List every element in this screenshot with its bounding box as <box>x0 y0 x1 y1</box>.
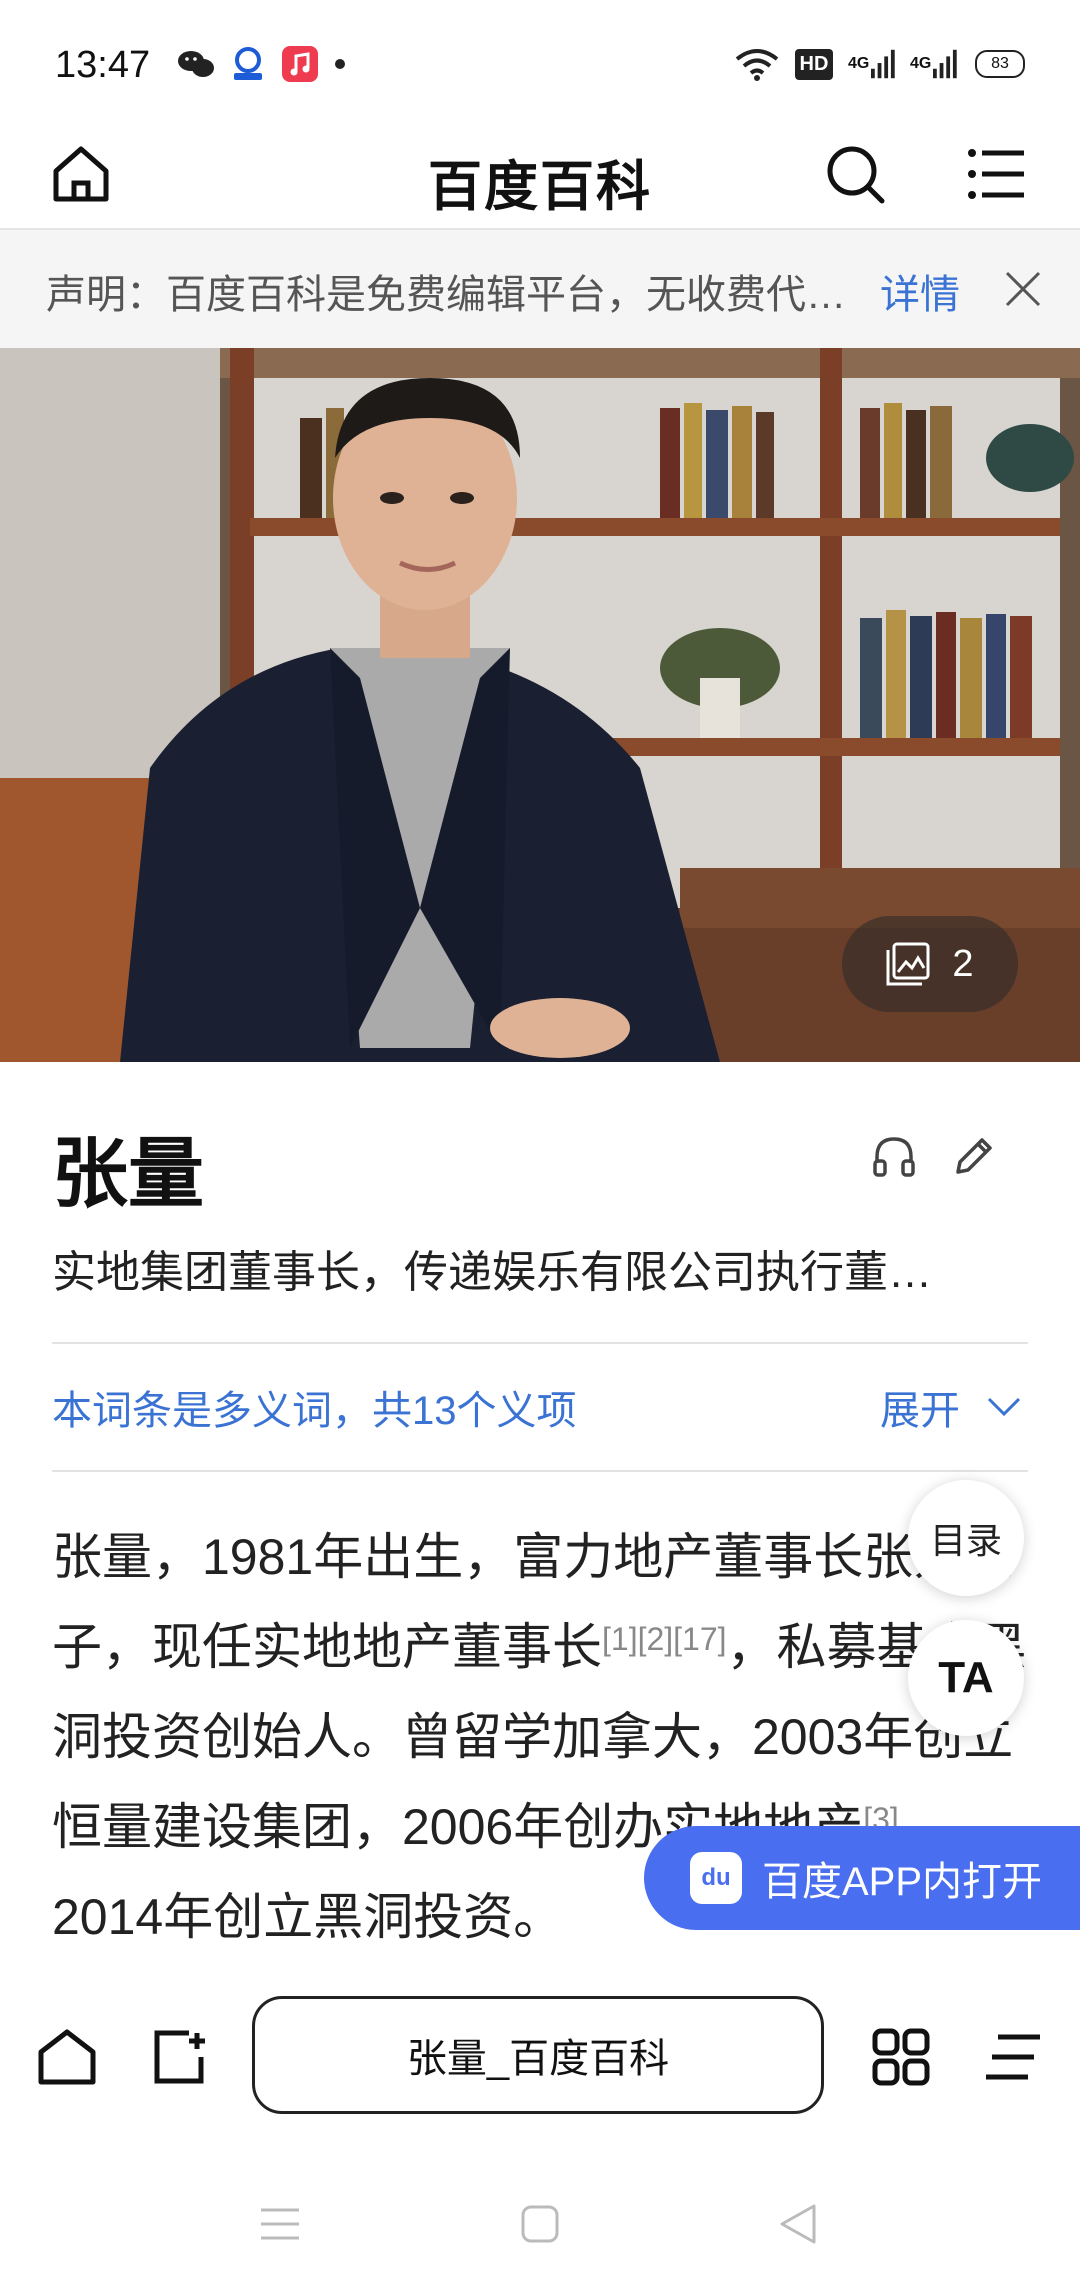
home-icon[interactable] <box>30 2020 104 2094</box>
open-in-app-button[interactable]: du 百度APP内打开 <box>644 1826 1080 1930</box>
system-nav-bar <box>0 2160 1080 2280</box>
entry-subtitle: 实地集团董事长，传递娱乐有限公司执行董… <box>52 1248 932 1297</box>
polysemy-note[interactable]: 本词条是多义词，共13个义项 <box>52 1378 577 1436</box>
notice-bar: 声明：百度百科是免费编辑平台，无收费代… 详情 <box>0 230 1080 348</box>
divider <box>52 1342 1028 1344</box>
expand-label: 展开 <box>880 1389 960 1433</box>
open-app-label: 百度APP内打开 <box>762 1860 1043 1904</box>
menu-lines-icon[interactable] <box>976 2020 1050 2094</box>
signal-icon: 4G <box>848 44 896 84</box>
search-icon[interactable] <box>820 130 890 218</box>
hd-icon: HD <box>792 44 836 84</box>
status-bar: 13:47 HD 4G 4G 83 <box>0 0 1080 120</box>
battery-icon: 83 <box>972 44 1028 84</box>
gallery-icon <box>886 942 930 986</box>
signal-icon-2: 4G <box>910 44 958 84</box>
edit-icon[interactable] <box>946 1128 1002 1184</box>
photo-count: 2 <box>952 942 974 985</box>
music-icon <box>280 44 320 84</box>
divider <box>52 1470 1028 1472</box>
url-bar[interactable]: 张量_百度百科 <box>252 1996 824 2114</box>
citation-ref[interactable]: [1][2][17] <box>602 1621 727 1657</box>
notice-text: 声明：百度百科是免费编辑平台，无收费代… <box>46 273 846 317</box>
notice-details-link[interactable]: 详情 <box>880 262 960 320</box>
back-icon[interactable] <box>774 2200 822 2248</box>
wifi-icon <box>734 44 780 84</box>
photo-count-badge[interactable]: 2 <box>842 916 1018 1012</box>
tabs-icon[interactable] <box>142 2020 216 2094</box>
body-segment: 。 <box>513 1889 564 1945</box>
dot-icon <box>332 44 348 84</box>
app-icon <box>228 44 268 84</box>
recent-apps-icon[interactable] <box>256 2200 304 2248</box>
header: 百度百科 <box>0 120 1080 230</box>
chevron-down-icon <box>986 1396 1022 1418</box>
home-nav-icon[interactable] <box>516 2200 564 2248</box>
headphones-icon[interactable] <box>866 1128 922 1184</box>
ta-button[interactable]: TA <box>908 1620 1024 1736</box>
toc-button[interactable]: 目录 <box>908 1480 1024 1596</box>
grid-icon[interactable] <box>864 2020 938 2094</box>
entry-title: 张量 <box>52 1132 204 1217</box>
status-time: 13:47 <box>55 44 151 86</box>
close-icon[interactable] <box>998 264 1048 314</box>
menu-icon[interactable] <box>962 130 1032 218</box>
baidu-paw-icon: du <box>690 1852 742 1904</box>
page-title: 百度百科 <box>428 157 652 217</box>
wechat-icon <box>176 44 216 84</box>
expand-button[interactable]: 展开 <box>880 1378 1022 1436</box>
